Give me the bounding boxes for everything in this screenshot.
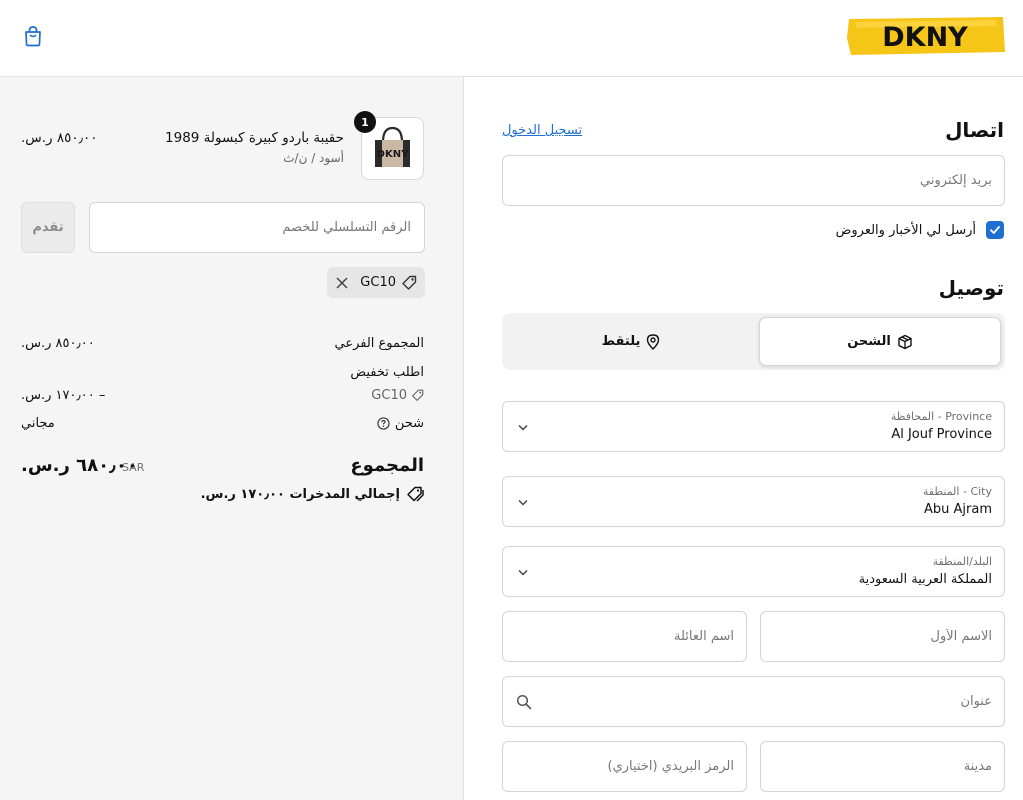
- help-icon[interactable]: [377, 417, 390, 430]
- country-value: المملكة العربية السعودية: [858, 572, 992, 587]
- package-icon: [898, 334, 912, 349]
- city-wrapper: [760, 741, 1005, 792]
- city-select-label: City - المنطقة: [922, 485, 992, 498]
- delivery-title: توصيل: [938, 276, 1004, 300]
- contact-title: اتصال: [945, 118, 1004, 142]
- logo-text: DKNY: [882, 22, 968, 53]
- country-select[interactable]: البلد/المنطقة المملكة العربية السعودية: [502, 546, 1005, 597]
- check-icon: [990, 226, 1000, 234]
- newsletter-label: أرسل لي الأخبار والعروض: [835, 222, 976, 238]
- chip-content: GC10: [360, 275, 417, 291]
- chevron-down-icon: [518, 424, 528, 431]
- total-value: ٦٨٠٫٠٠ ر.س.: [21, 455, 138, 476]
- shipping-row: شحن: [377, 416, 424, 431]
- quantity-badge: 1: [354, 111, 376, 133]
- discount-code-input[interactable]: [89, 202, 425, 253]
- thumb-logo-text: DKNY: [377, 149, 409, 160]
- discount-label: اطلب تخفيض: [350, 365, 424, 380]
- item-price: ٨٥٠٫٠٠ ر.س.: [21, 130, 98, 146]
- first-name-wrapper: [760, 611, 1005, 662]
- last-name-field[interactable]: [503, 612, 746, 661]
- first-name-field[interactable]: [761, 612, 1004, 661]
- total-savings: إجمالي المدخرات ١٧٠٫٠٠ ر.س.: [201, 486, 424, 502]
- chevron-down-icon: [518, 569, 528, 576]
- item-name: حقيبة باردو كبيرة كبسولة 1989: [165, 130, 344, 146]
- discount-value: – ١٧٠٫٠٠ ر.س.: [21, 388, 106, 403]
- close-icon[interactable]: [335, 276, 349, 290]
- savings-text: إجمالي المدخرات ١٧٠٫٠٠ ر.س.: [200, 486, 400, 502]
- tags-icon: [407, 486, 424, 502]
- last-name-wrapper: [502, 611, 747, 662]
- address-wrapper: [502, 676, 1005, 727]
- country-label: البلد/المنطقة: [932, 555, 992, 568]
- shipping-value: مجاني: [21, 416, 55, 431]
- newsletter-checkbox[interactable]: [986, 221, 1004, 239]
- city-select-value: Abu Ajram: [924, 502, 992, 517]
- province-value: Al Jouf Province: [891, 427, 992, 442]
- email-field-wrapper: [502, 155, 1005, 206]
- province-label: Province - المحافظة: [890, 410, 992, 423]
- search-icon: [516, 694, 532, 710]
- subtotal-label: المجموع الفرعي: [334, 336, 424, 351]
- pickup-label: يلتقط: [601, 334, 641, 349]
- discount-code-text: GC10: [371, 388, 407, 403]
- city-select[interactable]: City - المنطقة Abu Ajram: [502, 476, 1005, 527]
- address-field[interactable]: [503, 677, 1004, 726]
- newsletter-option: أرسل لي الأخبار والعروض: [836, 221, 1004, 239]
- tag-icon: [412, 389, 424, 401]
- postal-code-wrapper: [502, 741, 747, 792]
- location-pin-icon: [647, 333, 660, 350]
- item-variant: أسود / ن/ث: [283, 151, 344, 165]
- postal-code-field[interactable]: [503, 742, 746, 791]
- checkout-form: اتصال تسجيل الدخول أرسل لي الأخبار والعر…: [464, 77, 1023, 800]
- ship-option[interactable]: الشحن: [759, 317, 1001, 366]
- applied-code-text: GC10: [360, 275, 396, 290]
- subtotal-value: ٨٥٠٫٠٠ ر.س.: [21, 336, 95, 351]
- shopping-bag-icon[interactable]: [21, 24, 45, 48]
- discount-code-row: GC10: [371, 388, 424, 403]
- login-link[interactable]: تسجيل الدخول: [502, 123, 582, 138]
- province-select[interactable]: Province - المحافظة Al Jouf Province: [502, 401, 1005, 452]
- ship-label: الشحن: [847, 334, 891, 349]
- chevron-down-icon: [518, 499, 528, 506]
- delivery-method-toggle: الشحن يلتقط: [502, 313, 1005, 370]
- applied-code-chip: GC10: [327, 267, 425, 298]
- order-summary: DKNY 1 حقيبة باردو كبيرة كبسولة 1989 أسو…: [0, 77, 464, 800]
- apply-discount-button[interactable]: تقدم: [21, 202, 75, 253]
- pickup-option[interactable]: يلتقط: [506, 317, 756, 366]
- tag-icon: [402, 275, 417, 290]
- city-field[interactable]: [761, 742, 1004, 791]
- header: DKNY: [0, 0, 1023, 77]
- shipping-label: شحن: [394, 416, 424, 431]
- email-field[interactable]: [503, 156, 1004, 205]
- total-label: المجموع: [350, 455, 424, 476]
- dkny-logo[interactable]: DKNY: [845, 16, 1006, 56]
